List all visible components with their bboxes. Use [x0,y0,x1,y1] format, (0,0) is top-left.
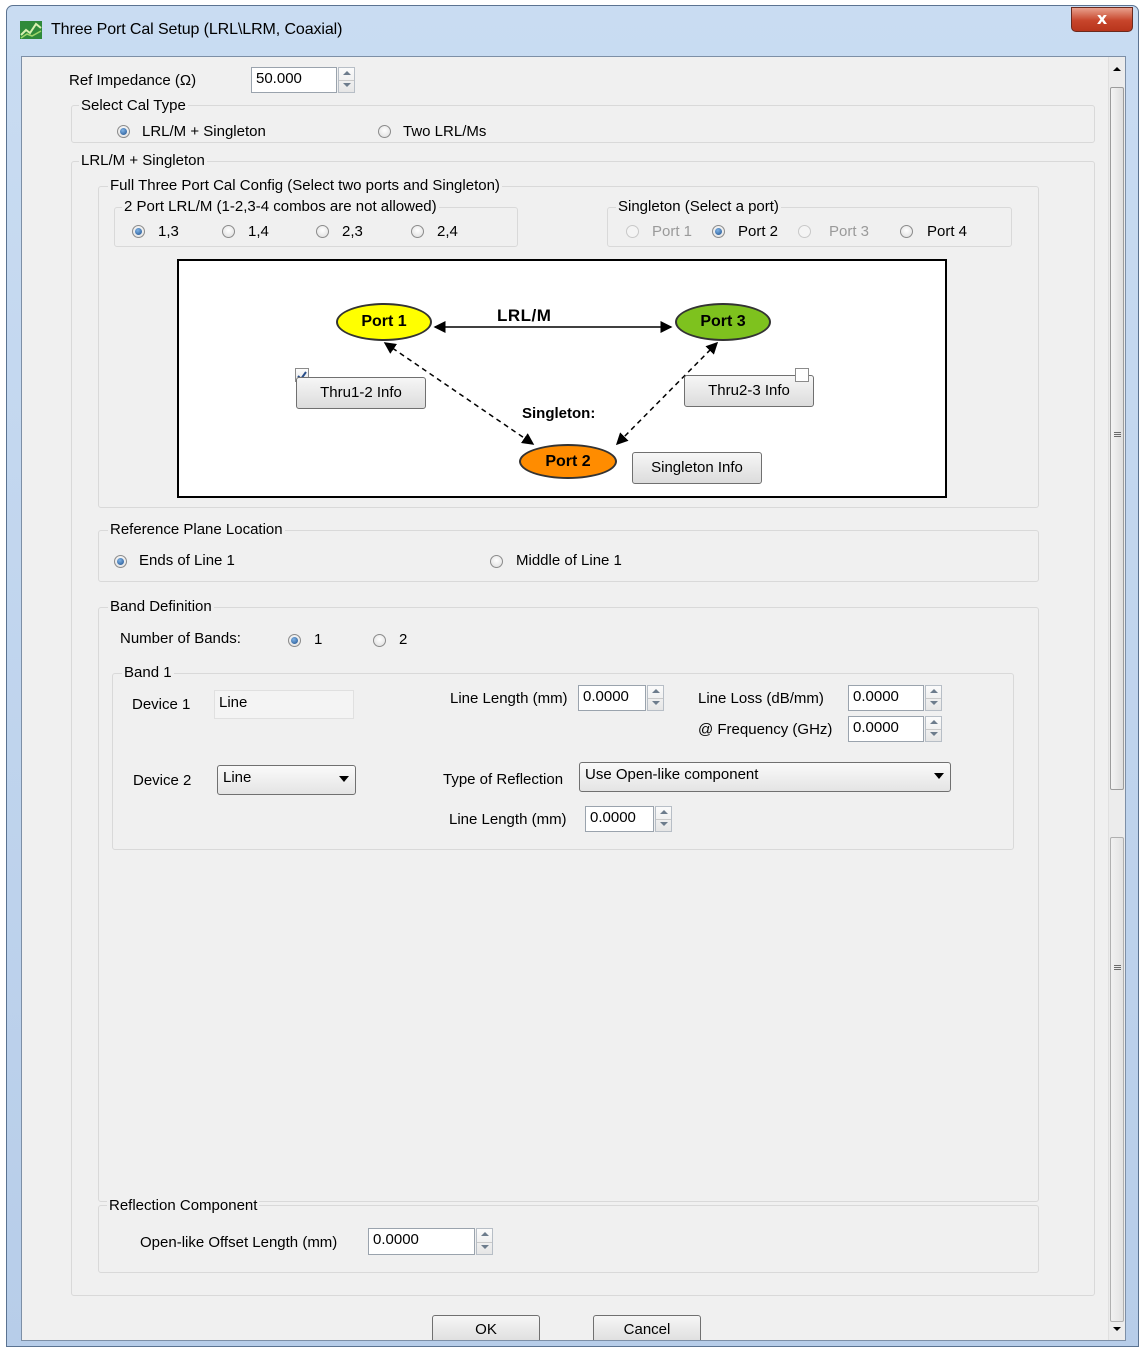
singleton-radio-port2[interactable] [712,225,725,238]
dialog-window: Three Port Cal Setup (LRL\LRM, Coaxial) … [6,5,1139,1347]
ref-plane-label-ends[interactable]: Ends of Line 1 [139,552,235,569]
arrow-down-icon [1113,1327,1121,1331]
line-loss-label: Line Loss (dB/mm) [698,690,824,707]
port2-node: Port 2 [519,444,617,479]
bands-label-2[interactable]: 2 [399,631,407,648]
device1-label: Device 1 [132,696,191,713]
two-port-label-14[interactable]: 1,4 [248,223,269,240]
line-length2-label: Line Length (mm) [449,811,567,828]
singleton-diagram-label: Singleton: [522,405,596,422]
spin-down-icon[interactable] [648,698,663,710]
ref-impedance-label: Ref Impedance (Ω) [69,72,197,89]
singleton-radio-port1 [626,225,639,238]
port1-node: Port 1 [336,303,432,341]
bands-label-1[interactable]: 1 [314,631,322,648]
frequency-label: @ Frequency (GHz) [698,721,833,738]
two-port-radio-24[interactable] [411,225,424,238]
frequency-spinner[interactable] [925,716,942,742]
spin-down-icon[interactable] [339,80,354,92]
chevron-down-icon [934,773,944,779]
band-definition-title: Band Definition [108,598,214,615]
offset-length-input[interactable]: 0.0000 [368,1228,475,1255]
offset-length-label: Open-like Offset Length (mm) [140,1234,338,1251]
band1-title: Band 1 [122,664,174,681]
close-button[interactable]: x [1071,7,1133,32]
close-icon: x [1096,9,1108,28]
two-port-title: 2 Port LRL/M (1-2,3-4 combos are not all… [122,198,439,215]
window-title: Three Port Cal Setup (LRL\LRM, Coaxial) [51,21,343,38]
two-port-label-23[interactable]: 2,3 [342,223,363,240]
lrlm-diagram-label: LRL/M [497,306,552,325]
ref-impedance-spinner[interactable] [338,67,355,93]
singleton-radio-port4[interactable] [900,225,913,238]
app-icon [20,21,42,39]
thru12-info-button[interactable]: Thru1-2 Info [296,377,426,409]
two-port-label-24[interactable]: 2,4 [437,223,458,240]
thru23-checkbox[interactable] [795,368,809,382]
ref-plane-radio-middle[interactable] [490,555,503,568]
line-length-spinner[interactable] [647,685,664,711]
ok-button[interactable]: OK [432,1315,540,1340]
device2-selected: Line [223,769,252,786]
two-port-radio-14[interactable] [222,225,235,238]
cal-type-radio-lrlm-singleton[interactable] [117,125,130,138]
line-loss-input[interactable]: 0.0000 [848,685,924,711]
cal-type-radio-two-lrlms[interactable] [378,125,391,138]
reflection-type-dropdown[interactable]: Use Open-like component [579,762,951,792]
vertical-scrollbar[interactable] [1108,57,1125,1340]
two-port-label-13[interactable]: 1,3 [158,223,179,240]
dialog-client-area: Ref Impedance (Ω) 50.000 Select Cal Type… [21,56,1126,1341]
ref-impedance-input[interactable]: 50.000 [251,67,337,93]
line-length2-input[interactable]: 0.0000 [585,806,654,832]
ref-plane-radio-ends[interactable] [114,555,127,568]
line-length-label: Line Length (mm) [450,690,568,707]
singleton-label-port4[interactable]: Port 4 [927,223,967,240]
arrow-up-icon [1113,67,1121,71]
scrollbar-track-lower[interactable] [1110,837,1124,1322]
cal-type-title: Select Cal Type [79,97,188,114]
singleton-info-button[interactable]: Singleton Info [632,452,762,484]
two-port-radio-13[interactable] [132,225,145,238]
lrlm-singleton-title: LRL/M + Singleton [79,152,207,169]
chevron-down-icon [339,776,349,782]
three-port-config-title: Full Three Port Cal Config (Select two p… [108,177,502,194]
singleton-title: Singleton (Select a port) [616,198,781,215]
line-loss-spinner[interactable] [925,685,942,711]
ref-plane-title: Reference Plane Location [108,521,285,538]
spin-down-icon[interactable] [477,1242,492,1255]
bands-radio-1[interactable] [288,634,301,647]
spin-down-icon[interactable] [926,698,941,710]
singleton-label-port2[interactable]: Port 2 [738,223,778,240]
reflection-type-selected: Use Open-like component [585,766,759,783]
ref-plane-label-middle[interactable]: Middle of Line 1 [516,552,622,569]
cal-diagram: Port 1 Port 3 Port 2 LRL/M Singleton: Th… [177,259,947,498]
spin-up-icon[interactable] [477,1229,492,1243]
reflection-component-title: Reflection Component [107,1197,260,1214]
cancel-button[interactable]: Cancel [593,1315,701,1340]
two-port-radio-23[interactable] [316,225,329,238]
device2-label: Device 2 [133,772,192,789]
device1-value: Line [214,690,354,719]
scroll-down-button[interactable] [1109,1321,1125,1338]
bands-radio-2[interactable] [373,634,386,647]
spin-down-icon[interactable] [926,729,941,741]
port3-node: Port 3 [675,303,771,341]
singleton-label-port1: Port 1 [652,223,693,240]
reflection-type-label: Type of Reflection [443,771,564,788]
offset-length-spinner[interactable] [476,1228,493,1255]
frequency-input[interactable]: 0.0000 [848,716,924,742]
singleton-radio-port3 [798,225,811,238]
singleton-label-port3: Port 3 [829,223,870,240]
line-length-input[interactable]: 0.0000 [578,685,646,711]
line-length2-spinner[interactable] [655,806,672,832]
cal-type-label-lrlm-singleton[interactable]: LRL/M + Singleton [142,123,266,140]
spin-down-icon[interactable] [656,819,671,831]
cal-type-label-two-lrlms[interactable]: Two LRL/Ms [403,123,486,140]
scroll-up-button[interactable] [1109,61,1125,78]
number-of-bands-label: Number of Bands: [120,630,241,647]
scrollbar-thumb[interactable] [1110,87,1124,790]
device2-dropdown[interactable]: Line [217,765,356,795]
title-bar[interactable]: Three Port Cal Setup (LRL\LRM, Coaxial) … [7,6,1138,54]
